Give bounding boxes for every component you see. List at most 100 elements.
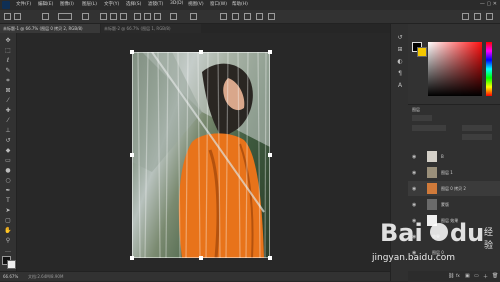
eraser-tool-icon[interactable]: ◆ xyxy=(4,147,12,154)
menu-filter[interactable]: 滤镜(T) xyxy=(148,1,163,7)
3d-slide-icon[interactable] xyxy=(256,13,263,20)
background-color-swatch[interactable] xyxy=(7,260,16,269)
layers-toolbar xyxy=(412,115,496,143)
window-controls[interactable]: — ▢ ✕ xyxy=(480,1,497,7)
menu-bar: 文件(F) 编辑(E) 图像(I) 图层(L) 文字(Y) 选择(S) 滤镜(T… xyxy=(0,0,500,10)
distribute-icon[interactable] xyxy=(170,13,177,20)
gradient-tool-icon[interactable]: ▭ xyxy=(4,157,12,164)
transform-handle-top-right[interactable] xyxy=(268,50,272,54)
document-canvas-photo[interactable] xyxy=(132,52,270,258)
align-right-icon[interactable] xyxy=(120,13,127,20)
menu-layer[interactable]: 图层(L) xyxy=(82,1,97,7)
menu-view[interactable]: 视图(V) xyxy=(188,1,204,7)
healing-brush-icon[interactable]: ✚ xyxy=(4,107,12,114)
layer-row-selected[interactable]: ◉ 图层 0 拷贝 2 xyxy=(408,181,500,196)
menu-select[interactable]: 选择(S) xyxy=(126,1,141,7)
tools-panel: ✥ ⬚ ℓ ✎ ⌗ ⊠ ⁄ ✚ ⁄ ⊥ ↺ ◆ ▭ ● ○ ✒ T ➤ ▢ ✋ … xyxy=(0,33,17,271)
shape-tool-icon[interactable]: ▢ xyxy=(4,217,12,224)
3d-scale-icon[interactable] xyxy=(268,13,275,20)
tab-untitled-1[interactable]: 未标题-1 @ 66.7% (图层 0 拷贝 2, RGB/8) xyxy=(0,24,100,33)
opacity-field[interactable] xyxy=(462,125,492,131)
properties-panel-icon[interactable]: ⊞ xyxy=(396,46,404,53)
dodge-tool-icon[interactable]: ○ xyxy=(4,177,12,184)
more-tools-icon[interactable]: … xyxy=(4,247,12,254)
transform-handle-bottom[interactable] xyxy=(199,256,203,260)
ps-logo-icon[interactable] xyxy=(2,1,10,9)
quick-select-tool-icon[interactable]: ✎ xyxy=(4,67,12,74)
visibility-eye-icon[interactable]: ◉ xyxy=(412,154,416,160)
fill-field[interactable] xyxy=(462,134,492,140)
adjustments-panel-icon[interactable]: ◐ xyxy=(396,58,404,65)
eyedropper-tool-icon[interactable]: ⁄ xyxy=(4,97,12,104)
photo-illustration xyxy=(132,52,270,258)
auto-select-checkbox[interactable] xyxy=(42,13,49,20)
layer-filter-dropdown[interactable] xyxy=(412,115,432,121)
blur-tool-icon[interactable]: ● xyxy=(4,167,12,174)
menu-3d[interactable]: 3D(D) xyxy=(170,1,183,6)
menu-window[interactable]: 窗口(W) xyxy=(210,1,227,7)
visibility-eye-icon[interactable]: ◉ xyxy=(412,202,416,208)
color-picker-field[interactable] xyxy=(428,42,482,96)
3d-mode-icon[interactable] xyxy=(220,13,227,20)
hand-tool-icon[interactable]: ✋ xyxy=(4,227,12,234)
menu-file[interactable]: 文件(F) xyxy=(16,1,31,7)
zoom-tool-icon[interactable]: ⚲ xyxy=(4,237,12,244)
history-brush-icon[interactable]: ↺ xyxy=(4,137,12,144)
blend-mode-dropdown[interactable] xyxy=(412,125,446,131)
tab-untitled-2[interactable]: 未标题-2 @ 66.7% (图层 1, RGB/8) xyxy=(101,24,201,33)
3d-orbit-icon[interactable] xyxy=(232,13,239,20)
character-panel-icon[interactable]: A xyxy=(396,82,404,89)
lasso-tool-icon[interactable]: ℓ xyxy=(4,57,12,64)
align-bottom-icon[interactable] xyxy=(154,13,161,20)
watermark-text: du xyxy=(450,219,485,247)
layer-row[interactable]: ◉ 蒙版 xyxy=(408,197,500,212)
menu-type[interactable]: 文字(Y) xyxy=(104,1,119,7)
home-icon[interactable] xyxy=(4,13,11,20)
layer-dropdown[interactable] xyxy=(58,13,72,20)
zoom-level[interactable]: 66.67% xyxy=(3,274,18,279)
hue-slider[interactable] xyxy=(486,42,492,96)
visibility-eye-icon[interactable]: ◉ xyxy=(412,170,416,176)
menu-image[interactable]: 图像(I) xyxy=(60,1,74,7)
layer-row[interactable]: ◉ 图层 1 xyxy=(408,165,500,180)
more-options-icon[interactable] xyxy=(190,13,197,20)
transform-handle-bottom-left[interactable] xyxy=(130,256,134,260)
document-tabs: 未标题-1 @ 66.7% (图层 0 拷贝 2, RGB/8) 未标题-2 @… xyxy=(0,24,390,33)
transform-handle-top[interactable] xyxy=(199,50,203,54)
watermark-url: jingyan.baidu.com xyxy=(372,253,456,263)
layers-tab[interactable]: 图层 xyxy=(412,107,420,113)
tab-label: 未标题-2 @ 66.7% (图层 1, RGB/8) xyxy=(104,26,171,31)
search-icon[interactable] xyxy=(462,13,469,20)
workspace-icon[interactable] xyxy=(474,13,481,20)
layer-row[interactable]: ◉ B xyxy=(408,149,500,164)
share-icon[interactable] xyxy=(486,13,493,20)
type-tool-icon[interactable]: T xyxy=(4,197,12,204)
transform-handle-bottom-right[interactable] xyxy=(268,256,272,260)
align-middle-icon[interactable] xyxy=(144,13,151,20)
transform-handle-left[interactable] xyxy=(130,153,134,157)
path-select-icon[interactable]: ➤ xyxy=(4,207,12,214)
background-color-chip[interactable] xyxy=(417,47,427,57)
visibility-eye-icon[interactable]: ◉ xyxy=(412,186,416,192)
marquee-tool-icon[interactable]: ⬚ xyxy=(4,47,12,54)
transform-controls-checkbox[interactable] xyxy=(82,13,89,20)
pen-tool-icon[interactable]: ✒ xyxy=(4,187,12,194)
transform-handle-top-left[interactable] xyxy=(130,50,134,54)
align-top-icon[interactable] xyxy=(134,13,141,20)
align-center-icon[interactable] xyxy=(110,13,117,20)
layer-name: 图层 1 xyxy=(441,170,453,175)
history-panel-icon[interactable]: ↺ xyxy=(396,34,404,41)
menu-edit[interactable]: 编辑(E) xyxy=(38,1,53,7)
clone-stamp-icon[interactable]: ⊥ xyxy=(4,127,12,134)
crop-tool-icon[interactable]: ⌗ xyxy=(4,77,12,84)
menu-help[interactable]: 帮助(H) xyxy=(232,1,248,7)
frame-tool-icon[interactable]: ⊠ xyxy=(4,87,12,94)
paragraph-panel-icon[interactable]: ¶ xyxy=(396,70,404,77)
options-bar xyxy=(0,10,500,24)
transform-handle-right[interactable] xyxy=(268,153,272,157)
3d-pan-icon[interactable] xyxy=(244,13,251,20)
move-tool-icon[interactable]: ✥ xyxy=(4,37,12,44)
align-left-icon[interactable] xyxy=(100,13,107,20)
brush-tool-icon[interactable]: ⁄ xyxy=(4,117,12,124)
move-tool-options-icon[interactable] xyxy=(14,13,21,20)
